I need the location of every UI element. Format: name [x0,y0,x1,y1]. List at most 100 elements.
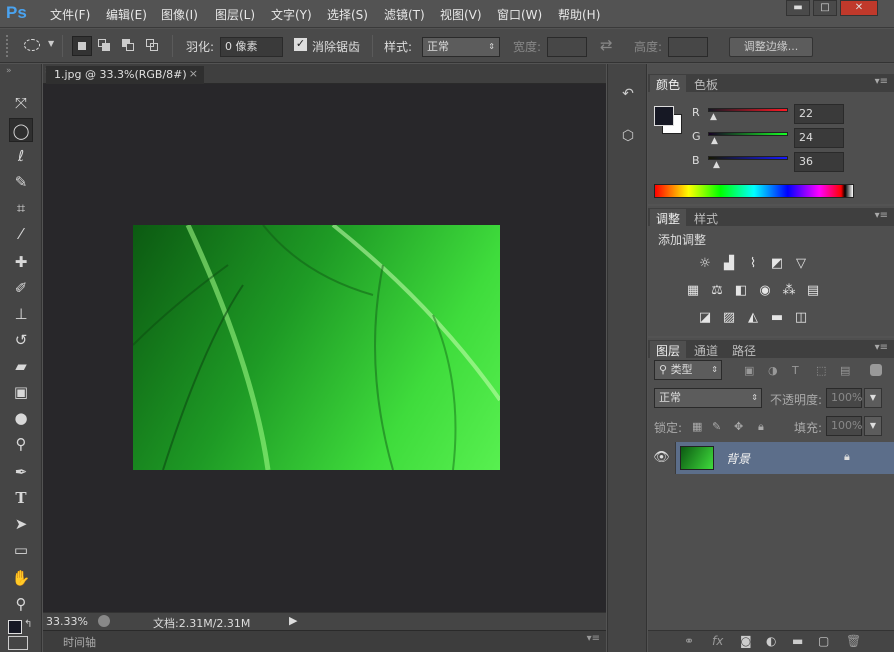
lock-position-icon[interactable]: ✥ [734,420,743,433]
layer-filter-select[interactable]: ⚲ 类型 ⇕ [654,360,722,380]
opacity-input[interactable]: 100% [826,388,862,408]
channel-b-slider[interactable] [708,156,788,160]
restore-button[interactable]: □ [813,0,837,16]
gradient-map-icon[interactable]: ▬ [768,310,786,326]
slider-thumb-icon[interactable]: ▲ [711,136,718,146]
move-tool-icon[interactable]: ⤧ [9,91,33,115]
curves-icon[interactable]: ⌇ [744,256,762,272]
menu-help[interactable]: 帮助(H) [558,6,600,23]
fill-dropdown-icon[interactable]: ▼ [864,416,882,436]
link-layers-icon[interactable]: ⚭ [684,634,694,648]
rectangle-tool-icon[interactable]: ▭ [9,538,33,562]
path-selection-tool-icon[interactable]: ➤ [9,512,33,536]
hue-saturation-icon[interactable]: ▦ [684,283,702,299]
new-group-icon[interactable]: ▬ [792,634,803,648]
new-adjustment-layer-icon[interactable]: ◐ [766,634,776,648]
tab-styles[interactable]: 样式 [688,209,724,226]
3d-panel-icon[interactable]: ⬡ [618,128,638,148]
feather-input[interactable]: 0 像素 [220,37,283,57]
antialias-checkbox[interactable]: ✓ [294,38,307,51]
layer-name[interactable]: 背景 [726,450,750,467]
hand-tool-icon[interactable]: ✋ [9,566,33,590]
timeline-label[interactable]: 时间轴 [63,634,96,650]
posterize-icon[interactable]: ▨ [720,310,738,326]
chevron-down-icon[interactable]: ▼ [48,39,54,48]
gradient-tool-icon[interactable]: ▣ [9,380,33,404]
menu-select[interactable]: 选择(S) [327,6,368,23]
channel-g-slider[interactable] [708,132,788,136]
leaf-image[interactable] [133,225,500,470]
tab-swatches[interactable]: 色板 [688,75,724,92]
brightness-contrast-icon[interactable]: ☼ [696,256,714,272]
close-button[interactable]: ✕ [840,0,878,16]
filter-shape-icon[interactable]: ⬚ [816,364,826,377]
tab-color[interactable]: 颜色 [650,75,687,92]
filter-pixel-icon[interactable]: ▣ [744,364,754,377]
color-spectrum[interactable] [654,184,854,198]
collapse-icon[interactable]: » [6,66,12,76]
pen-tool-icon[interactable]: ✒ [9,460,33,484]
zoom-level[interactable]: 33.33% [46,615,88,628]
add-mask-icon[interactable]: ◙ [740,634,752,648]
exposure-icon[interactable]: ◩ [768,256,786,272]
status-icon[interactable] [98,615,110,627]
tab-paths[interactable]: 路径 [726,341,762,358]
photo-filter-icon[interactable]: ◉ [756,283,774,299]
dodge-tool-icon[interactable]: ⚲ [9,432,33,456]
panel-menu-icon[interactable]: ▾≡ [875,210,888,221]
menu-edit[interactable]: 编辑(E) [106,6,147,23]
quick-mask-icon[interactable] [8,636,28,650]
healing-brush-tool-icon[interactable]: ✚ [9,250,33,274]
brush-tool-icon[interactable]: ✐ [9,276,33,300]
status-menu-arrow-icon[interactable]: ▶ [289,614,297,627]
quick-selection-tool-icon[interactable]: ✎ [9,170,33,194]
document-tab[interactable]: 1.jpg @ 33.3%(RGB/8#) × [46,66,204,84]
channel-mixer-icon[interactable]: ⁂ [780,283,798,299]
color-balance-icon[interactable]: ⚖ [708,283,726,299]
fill-input[interactable]: 100% [826,416,862,436]
filter-type-icon[interactable]: T [792,364,799,377]
menu-view[interactable]: 视图(V) [440,6,482,23]
intersect-selection-icon[interactable] [146,39,160,53]
tab-channels[interactable]: 通道 [688,341,724,358]
opacity-dropdown-icon[interactable]: ▼ [864,388,882,408]
visibility-eye-icon[interactable]: 👁︎ [648,442,676,474]
refine-edge-button[interactable]: 调整边缘... [729,37,813,57]
new-layer-icon[interactable]: ▢ [818,634,829,648]
slider-thumb-icon[interactable]: ▲ [710,112,717,122]
width-input[interactable] [547,37,587,57]
tab-adjustments[interactable]: 调整 [650,209,687,226]
foreground-color-swatch[interactable] [8,620,22,634]
threshold-icon[interactable]: ◭ [744,310,762,326]
history-panel-icon[interactable]: ↶ [618,86,638,106]
invert-icon[interactable]: ◪ [696,310,714,326]
black-white-icon[interactable]: ◧ [732,283,750,299]
minimize-button[interactable]: ▬ [786,0,810,16]
blend-mode-select[interactable]: 正常 ⇕ [654,388,762,408]
new-selection-icon[interactable] [72,36,92,56]
tab-layers[interactable]: 图层 [650,341,687,358]
channel-r-value[interactable]: 22 [794,104,844,124]
menu-file[interactable]: 文件(F) [50,6,90,23]
channel-b-value[interactable]: 36 [794,152,844,172]
selective-color-icon[interactable]: ◫ [792,310,810,326]
foreground-color-swatch[interactable] [654,106,674,126]
filter-toggle[interactable] [870,364,882,376]
blur-tool-icon[interactable]: ● [9,406,33,430]
lock-all-icon[interactable]: 🔒︎ [758,420,764,434]
swap-colors-icon[interactable]: ↰ [24,619,32,630]
lock-transparent-icon[interactable]: ▦ [692,420,702,433]
stamp-tool-icon[interactable]: ⊥ [9,302,33,326]
zoom-tool-icon[interactable]: ⚲ [9,592,33,616]
menu-type[interactable]: 文字(Y) [271,6,312,23]
close-tab-icon[interactable]: × [189,67,198,80]
filter-smart-icon[interactable]: ▤ [840,364,850,377]
crop-tool-icon[interactable]: ⌗ [9,196,33,220]
lock-image-icon[interactable]: ✎ [712,420,721,433]
style-select[interactable]: 正常 ⇕ [422,37,500,57]
layer-row[interactable]: 👁︎ 背景 🔒︎ [648,442,894,474]
subtract-from-selection-icon[interactable] [122,39,136,53]
elliptical-marquee-icon[interactable] [24,39,40,51]
height-input[interactable] [668,37,708,57]
menu-image[interactable]: 图像(I) [161,6,198,23]
